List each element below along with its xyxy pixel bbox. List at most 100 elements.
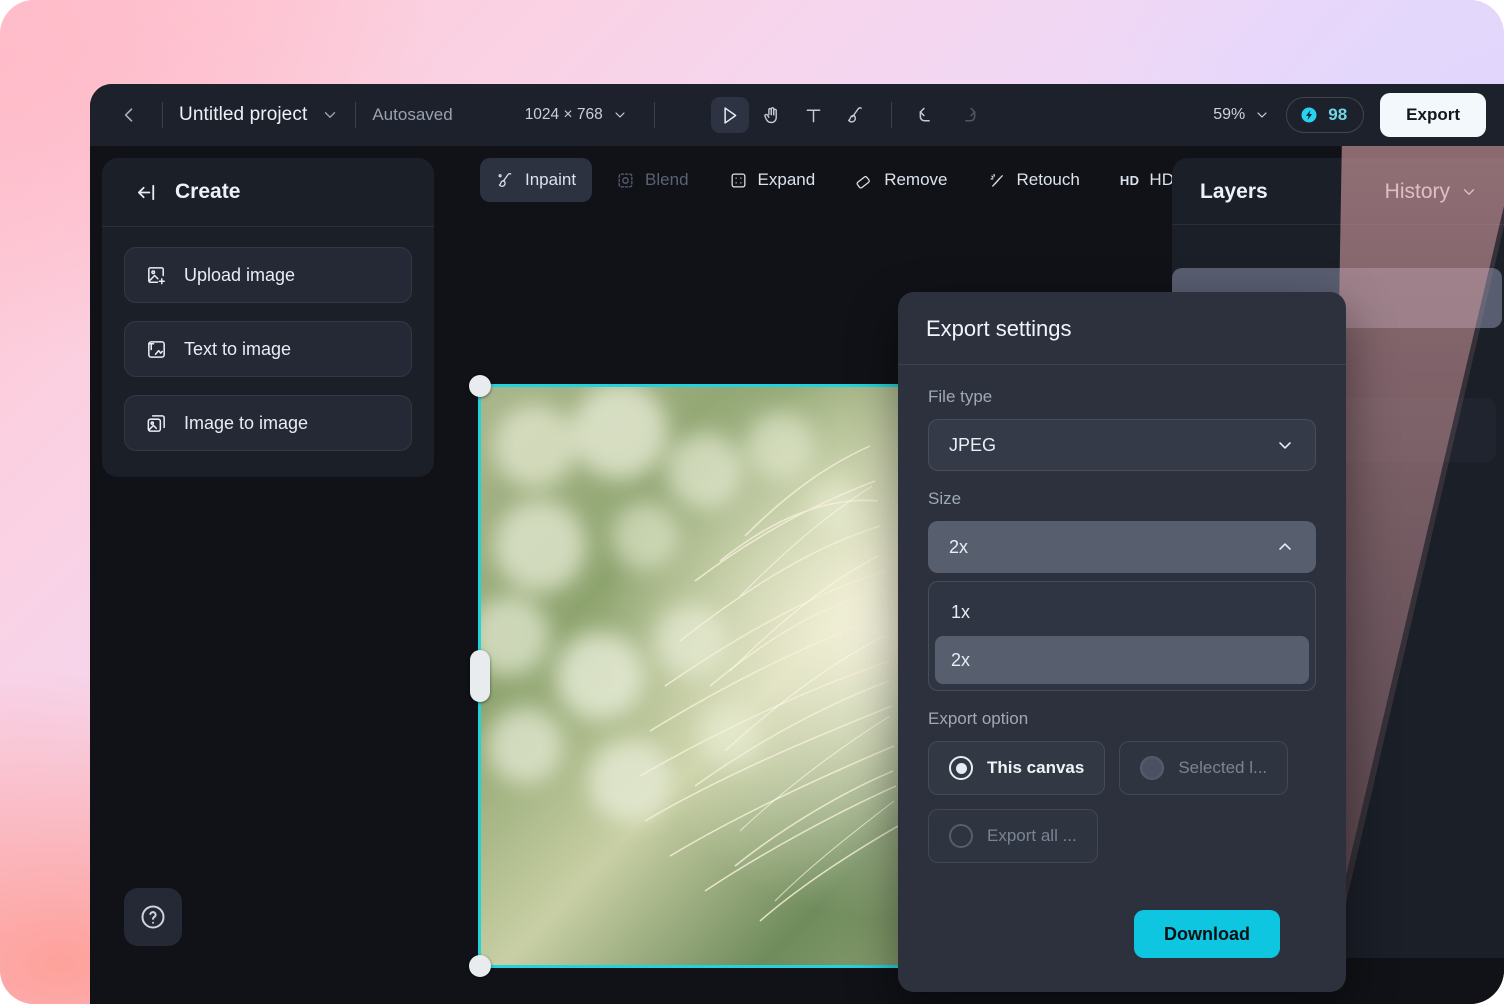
- back-button[interactable]: [112, 98, 146, 132]
- blend-frame-icon: [616, 171, 635, 190]
- resize-handle-left-middle[interactable]: [470, 650, 490, 702]
- size-label: Size: [928, 489, 1316, 509]
- radio-selected-layers: Selected l...: [1119, 741, 1288, 795]
- redo-arrow-icon: [958, 105, 979, 126]
- divider: [891, 102, 892, 128]
- divider: [654, 102, 655, 128]
- page-backdrop: Untitled project Autosaved 1024 × 768: [0, 0, 1504, 1004]
- export-option-row-2: Export all ...: [928, 809, 1316, 863]
- collapse-left-icon[interactable]: [136, 181, 159, 204]
- project-menu-button[interactable]: [321, 106, 339, 124]
- app-window: Untitled project Autosaved 1024 × 768: [90, 84, 1504, 1004]
- sidebar-item-image-to-image[interactable]: Image to image: [124, 395, 412, 451]
- hand-tool-button[interactable]: [753, 97, 791, 133]
- tab-inpaint[interactable]: Inpaint: [480, 158, 592, 202]
- hd-badge-icon: HD: [1120, 173, 1140, 188]
- brush-tool-button[interactable]: [837, 97, 875, 133]
- size-option-2x[interactable]: 2x: [935, 636, 1309, 684]
- redo-button: [950, 97, 988, 133]
- radio-unselected-icon: [1140, 756, 1164, 780]
- tool-group: [711, 97, 988, 133]
- text-t-icon: [803, 105, 824, 126]
- workspace: Inpaint Blend Expand Remove Retouch: [90, 146, 1504, 1004]
- export-option-row-1: This canvas Selected l...: [928, 741, 1316, 795]
- zoom-value: 59%: [1213, 106, 1245, 124]
- tab-history[interactable]: History: [1385, 180, 1478, 204]
- undo-button[interactable]: [908, 97, 946, 133]
- resize-handle-top-left[interactable]: [469, 375, 491, 397]
- sidebar-actions: Upload image Text to image Image to imag…: [102, 227, 434, 477]
- chevron-down-icon: [612, 107, 628, 123]
- tab-layers[interactable]: Layers: [1200, 180, 1268, 204]
- file-type-value: JPEG: [949, 435, 996, 456]
- tab-remove[interactable]: Remove: [839, 158, 963, 202]
- eraser-icon: [855, 171, 874, 190]
- tab-label: Retouch: [1017, 170, 1080, 190]
- spacer: [928, 471, 1316, 489]
- credits-count: 98: [1328, 105, 1347, 125]
- cursor-arrow-icon: [719, 105, 740, 126]
- undo-arrow-icon: [916, 105, 937, 126]
- divider: [355, 102, 356, 128]
- radio-export-all[interactable]: Export all ...: [928, 809, 1098, 863]
- question-circle-icon: [138, 902, 168, 932]
- sidebar-header: Create: [102, 158, 434, 227]
- export-button[interactable]: Export: [1380, 93, 1486, 137]
- top-toolbar: Untitled project Autosaved 1024 × 768: [90, 84, 1504, 146]
- tab-retouch[interactable]: Retouch: [972, 158, 1096, 202]
- tab-expand[interactable]: Expand: [713, 158, 832, 202]
- radio-selected-icon: [949, 756, 973, 780]
- radio-label: Selected l...: [1178, 758, 1267, 778]
- sidebar-item-label: Image to image: [184, 413, 308, 434]
- select-tool-button[interactable]: [711, 97, 749, 133]
- expand-frame-icon: [729, 171, 748, 190]
- radio-unselected-icon: [949, 824, 973, 848]
- sidebar-item-upload-image[interactable]: Upload image: [124, 247, 412, 303]
- tab-label: Inpaint: [525, 170, 576, 190]
- credits-badge[interactable]: 98: [1286, 97, 1364, 133]
- zoom-selector[interactable]: 59%: [1213, 106, 1270, 124]
- size-dropdown-list: 1x 2x: [928, 581, 1316, 691]
- size-select[interactable]: 2x: [928, 521, 1316, 573]
- tab-blend: Blend: [600, 158, 704, 202]
- resize-handle-bottom-left[interactable]: [469, 955, 491, 977]
- canvas-size-value: 1024 × 768: [525, 106, 603, 124]
- topbar-right-group: 59% 98 Export: [1213, 93, 1486, 137]
- chevron-down-icon: [321, 106, 339, 124]
- tab-label: Remove: [884, 170, 947, 190]
- text-tool-button[interactable]: [795, 97, 833, 133]
- modal-title: Export settings: [898, 292, 1346, 365]
- modal-body: File type JPEG Size 2x 1x 2x: [898, 365, 1346, 863]
- file-type-label: File type: [928, 387, 1316, 407]
- inpaint-brush-icon: [496, 171, 515, 190]
- file-type-select[interactable]: JPEG: [928, 419, 1316, 471]
- tool-tab-bar: Inpaint Blend Expand Remove Retouch: [480, 158, 1247, 202]
- hand-icon: [761, 105, 782, 126]
- credit-coin-icon: [1299, 105, 1319, 125]
- export-option-label: Export option: [928, 709, 1316, 729]
- help-button[interactable]: [124, 888, 182, 946]
- download-button[interactable]: Download: [1134, 910, 1280, 958]
- size-option-1x[interactable]: 1x: [935, 588, 1309, 636]
- text-to-image-icon: [145, 338, 168, 361]
- chevron-down-icon: [1254, 107, 1270, 123]
- radio-this-canvas[interactable]: This canvas: [928, 741, 1105, 795]
- chevron-up-icon: [1275, 537, 1295, 557]
- export-settings-modal: Export settings File type JPEG Size 2x: [898, 292, 1346, 992]
- autosave-status: Autosaved: [372, 105, 452, 125]
- project-title: Untitled project: [179, 104, 307, 126]
- radio-label: This canvas: [987, 758, 1084, 778]
- tab-label: Expand: [758, 170, 816, 190]
- canvas-size-selector[interactable]: 1024 × 768: [525, 106, 628, 124]
- image-stack-icon: [145, 412, 168, 435]
- tab-label: Blend: [645, 170, 688, 190]
- sidebar-item-text-to-image[interactable]: Text to image: [124, 321, 412, 377]
- size-value: 2x: [949, 537, 968, 558]
- create-sidebar: Create Upload image Text to image Image …: [102, 158, 434, 477]
- sidebar-item-label: Text to image: [184, 339, 291, 360]
- magic-wand-icon: [988, 171, 1007, 190]
- tab-history-label: History: [1385, 180, 1450, 204]
- image-plus-icon: [145, 264, 168, 287]
- sidebar-title: Create: [175, 180, 240, 204]
- chevron-left-icon: [119, 105, 139, 125]
